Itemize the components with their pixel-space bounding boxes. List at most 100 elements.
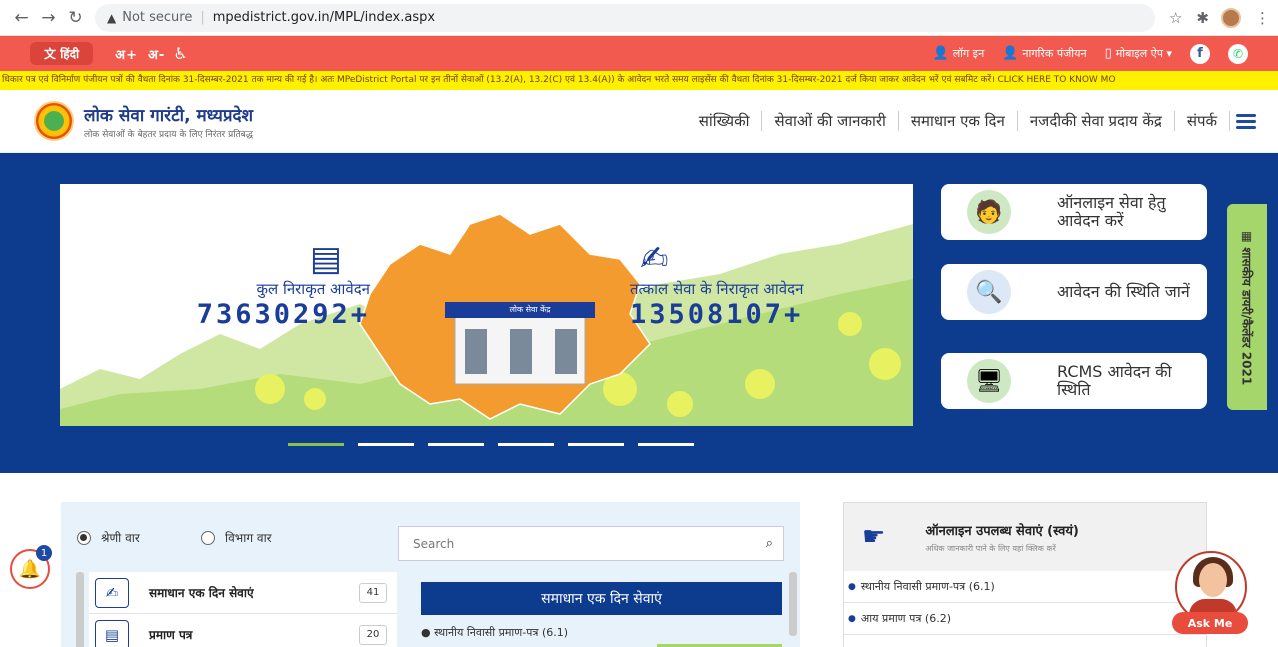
status-search-icon: 🔍 xyxy=(967,270,1011,314)
emblem-logo[interactable] xyxy=(34,101,74,141)
search-placeholder: Search xyxy=(413,536,455,551)
menu-statistics[interactable]: सांख्यिकी xyxy=(687,111,763,131)
hand-pointer-icon: ☛ xyxy=(862,522,886,552)
menu-contact[interactable]: संपर्क xyxy=(1175,111,1230,131)
ask-me-button[interactable]: Ask Me xyxy=(1172,612,1248,634)
category-item[interactable]: ▤ प्रमाण पत्र 20 xyxy=(89,614,397,647)
total-resolved-stat: ▤ कुल निराकृत आवेदन 73630292+ xyxy=(150,239,370,330)
online-services-title: ऑनलाइन उपलब्ध सेवाएं (स्वयं) xyxy=(925,523,1079,539)
main-menu: सांख्यिकी सेवाओं की जानकारी समाधान एक दि… xyxy=(687,111,1256,132)
mobile-app-label: मोबाइल ऐप ▾ xyxy=(1115,47,1172,60)
slide-indicator-1[interactable] xyxy=(288,443,344,446)
menu-nearest-center[interactable]: नजदीकी सेवा प्रदाय केंद्र xyxy=(1018,111,1175,131)
service-item-label: स्थानीय निवासी प्रमाण-पत्र (6.1) xyxy=(434,626,569,639)
center-sign: लोक सेवा केंद्र xyxy=(509,305,551,314)
instant-resolved-label: तत्काल सेवा के निराकृत आवेदन xyxy=(630,280,804,298)
address-bar[interactable]: ▲ Not secure | mpedistrict.gov.in/MPL/in… xyxy=(95,3,1155,32)
rcms-status-card[interactable]: 🖥 RCMS आवेदन की स्थिति xyxy=(941,353,1207,409)
browser-menu-icon[interactable]: ⋮ xyxy=(1255,9,1270,27)
user-plus-icon: 👤 xyxy=(932,46,949,61)
instant-resolved-value: 13508107+ xyxy=(630,299,804,330)
slide-indicator-2[interactable] xyxy=(358,443,414,446)
application-status-label: आवेदन की स्थिति जानें xyxy=(1057,282,1190,301)
warning-icon: ▲ xyxy=(107,10,117,25)
slide-indicator-5[interactable] xyxy=(568,443,624,446)
browser-toolbar: ← → ↻ ▲ Not secure | mpedistrict.gov.in/… xyxy=(0,0,1278,36)
rcms-status-label: RCMS आवेदन की स्थिति xyxy=(1057,362,1172,399)
online-apply-card[interactable]: 🧑 ऑनलाइन सेवा हेतु आवेदन करें xyxy=(941,184,1207,240)
news-ticker[interactable]: धिकार पत्र एवं विनिर्माण पंजीयन पत्रों क… xyxy=(0,71,1278,90)
address-separator: | xyxy=(200,10,205,25)
page: ← → ↻ ▲ Not secure | mpedistrict.gov.in/… xyxy=(0,0,1278,647)
category-item[interactable]: ✍ समाधान एक दिन सेवाएं 41 xyxy=(89,572,397,614)
online-service-item[interactable]: स्थानीय निवासी प्रमाण-पत्र (6.1) xyxy=(844,571,1206,603)
service-item[interactable]: ● स्थानीय निवासी प्रमाण-पत्र (6.1) xyxy=(421,625,568,640)
login-link[interactable]: 👤 लॉग इन xyxy=(933,46,985,61)
online-apply-label: ऑनलाइन सेवा हेतु आवेदन करें xyxy=(1057,193,1166,230)
calendar-icon: ▦ xyxy=(1239,228,1254,248)
category-name: समाधान एक दिन सेवाएं xyxy=(149,586,254,600)
online-services-header[interactable]: ☛ ऑनलाइन उपलब्ध सेवाएं (स्वयं) अधिक जानक… xyxy=(844,503,1206,571)
site-title[interactable]: लोक सेवा गारंटी, मध्यप्रदेश xyxy=(84,103,253,126)
brand: लोक सेवा गारंटी, मध्यप्रदेश लोक सेवाओं क… xyxy=(84,103,253,140)
facebook-icon[interactable]: f xyxy=(1190,43,1210,64)
site-tagline: लोक सेवाओं के बेहतर प्रदाय के लिए निरंतर… xyxy=(84,129,253,140)
online-apply-icon: 🧑 xyxy=(967,190,1011,234)
mobile-app-link[interactable]: ▯ मोबाइल ऐप ▾ xyxy=(1105,46,1172,61)
department-wise-label: विभाग वार xyxy=(225,531,272,545)
language-label: हिंदी xyxy=(60,47,80,61)
calendar-side-text: शासकीय डायरी/कैलेंडर 2021 xyxy=(1239,247,1254,386)
carousel-indicators xyxy=(288,443,694,446)
category-count: 41 xyxy=(359,582,387,603)
instant-resolved-stat: ✍ तत्काल सेवा के निराकृत आवेदन 13508107+ xyxy=(630,239,870,330)
rcms-monitor-icon: 🖥 xyxy=(967,359,1011,403)
slide-indicator-6[interactable] xyxy=(638,443,694,446)
category-wise-radio[interactable]: श्रेणी वार xyxy=(77,529,140,546)
utility-bar: 文 हिंदी अ+ अ- ♿ 👤 लॉग इन 👤 नागरिक पंजीयन ▯… xyxy=(0,36,1278,71)
service-search-input[interactable]: Search ⌕ xyxy=(398,526,784,561)
online-service-item[interactable]: आय प्रमाण पत्र (6.2) xyxy=(844,603,1206,635)
online-services-panel: ☛ ऑनलाइन उपलब्ध सेवाएं (स्वयं) अधिक जानक… xyxy=(843,502,1207,647)
category-count: 20 xyxy=(359,624,387,645)
profile-avatar[interactable] xyxy=(1221,7,1241,28)
service-scrollbar[interactable] xyxy=(789,572,797,636)
online-services-heading: ऑनलाइन उपलब्ध सेवाएं (स्वयं) अधिक जानकार… xyxy=(925,521,1079,554)
calendar-side-label: ▦ शासकीय डायरी/कैलेंडर 2021 xyxy=(1239,229,1256,385)
back-icon[interactable]: ← xyxy=(8,8,35,28)
hand-document-icon: ✍ xyxy=(640,239,669,279)
login-label: लॉग इन xyxy=(952,47,985,60)
category-list: ✍ समाधान एक दिन सेवाएं 41 ▤ प्रमाण पत्र … xyxy=(89,572,397,647)
menu-services-info[interactable]: सेवाओं की जानकारी xyxy=(762,111,899,131)
slide-indicator-3[interactable] xyxy=(428,443,484,446)
register-link[interactable]: 👤 नागरिक पंजीयन xyxy=(1002,46,1086,61)
reload-icon[interactable]: ↻ xyxy=(62,8,89,28)
category-name: प्रमाण पत्र xyxy=(149,628,193,642)
forward-icon[interactable]: → xyxy=(35,8,62,28)
security-label: Not secure xyxy=(122,10,193,25)
font-increase-button[interactable]: अ+ xyxy=(115,45,138,63)
hamburger-icon[interactable] xyxy=(1236,111,1256,132)
slide-indicator-4[interactable] xyxy=(498,443,554,446)
certificate-icon: ▤ xyxy=(95,619,129,647)
site-header: लोक सेवा गारंटी, मध्यप्रदेश लोक सेवाओं क… xyxy=(0,90,1278,153)
category-scrollbar[interactable] xyxy=(76,572,84,647)
mobile-icon: ▯ xyxy=(1104,46,1112,61)
calendar-side-tab[interactable]: ▦ शासकीय डायरी/कैलेंडर 2021 xyxy=(1227,204,1267,410)
radio-selected[interactable] xyxy=(77,530,91,545)
department-wise-radio[interactable]: विभाग वार xyxy=(201,529,272,546)
star-icon[interactable]: ☆ xyxy=(1169,9,1182,27)
whatsapp-icon[interactable]: ✆ xyxy=(1228,43,1248,64)
chatbot-widget[interactable]: Ask Me xyxy=(1172,551,1250,635)
font-decrease-button[interactable]: अ- xyxy=(148,45,165,63)
category-wise-label: श्रेणी वार xyxy=(101,531,140,545)
search-icon[interactable]: ⌕ xyxy=(766,536,773,551)
hero-banner[interactable]: लोक सेवा केंद्र ▤ कुल निराकृत आवेदन 7363… xyxy=(60,184,913,426)
application-status-card[interactable]: 🔍 आवेदन की स्थिति जानें xyxy=(941,264,1207,320)
accessibility-icon[interactable]: ♿ xyxy=(173,44,187,63)
hand-document-icon: ✍ xyxy=(95,577,129,608)
user-icon: 👤 xyxy=(1002,46,1019,61)
extensions-icon[interactable]: ✱ xyxy=(1196,9,1209,27)
language-toggle[interactable]: 文 हिंदी xyxy=(30,42,94,65)
menu-samadhan-ek-din[interactable]: समाधान एक दिन xyxy=(899,111,1018,131)
radio-unselected[interactable] xyxy=(201,530,215,545)
